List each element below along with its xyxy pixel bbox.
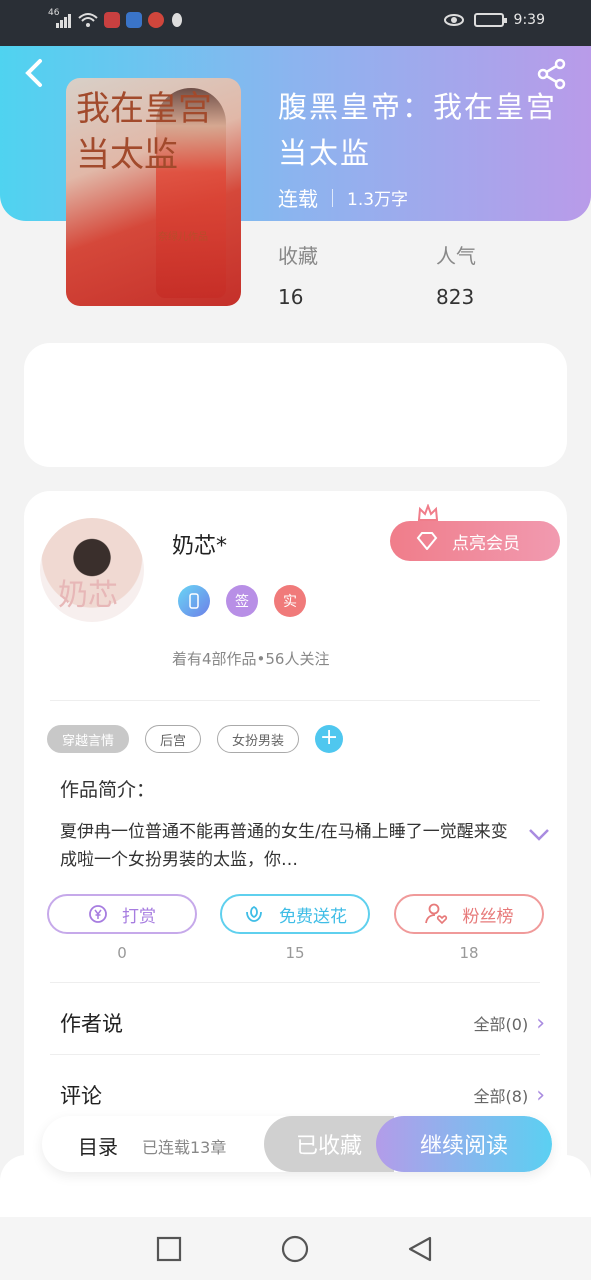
chevron-down-icon[interactable] [528,828,550,842]
signed-badge: 签 [226,585,258,617]
author-says-row[interactable]: 作者说 全部(0) › [60,1003,545,1043]
penguin-icon [172,13,182,27]
crown-icon [417,504,439,521]
flower-count: 15 [285,944,305,962]
tip-count: 0 [117,944,127,962]
add-tag-button[interactable]: + [315,725,344,753]
meta-divider [332,188,333,207]
tag-item[interactable]: 穿越言情 [47,725,130,753]
avatar-text: 奶芯 [58,578,118,613]
serial-chapters: 已连载13章 [142,1138,227,1157]
system-nav-bar [0,1217,591,1280]
popularity-count: 823 [436,285,475,309]
app-notification-icon [126,12,142,28]
author-avatar[interactable]: 奶芯 [40,518,144,622]
back-nav-icon[interactable] [406,1235,434,1263]
recent-apps-icon[interactable] [155,1235,183,1263]
author-says-label: 作者说 [60,1012,123,1036]
fan-ranking-label: 粉丝榜 [462,906,514,927]
comments-row[interactable]: 评论 全部(8) › [60,1075,545,1115]
book-title: 腹黑皇帝：我在皇宫当太监 [278,90,558,170]
tag-item[interactable]: 后宫 [145,725,202,753]
divider [50,700,540,701]
battery-icon [473,13,507,27]
favorites-stat: 收藏 16 [278,240,318,309]
tag-list: 穿越言情 后宫 女扮男装 + [47,725,344,753]
tip-button[interactable]: 打赏 [47,894,197,934]
verified-badge: 实 [274,585,306,617]
table-of-contents-button[interactable]: 目录 [78,1131,118,1160]
vip-label: 点亮会员 [452,533,520,554]
continue-reading-button[interactable]: 继续阅读 [376,1116,552,1172]
eye-icon [443,14,464,26]
serial-status: 连载 [278,187,318,211]
popularity-stat: 人气 823 [436,240,476,309]
author-says-all: 全部(0) [473,1015,529,1034]
back-icon[interactable] [22,58,52,88]
intro-heading: 作品简介： [60,779,156,801]
home-icon[interactable] [281,1235,309,1263]
flower-label: 免费送花 [279,906,347,927]
popularity-label: 人气 [436,244,476,268]
status-bar: 46 9:39 [0,0,591,46]
empty-card [24,343,567,467]
divider [50,982,540,983]
vip-button[interactable]: 点亮会员 [390,521,560,561]
cover-title: 我在皇宫当太监 [76,89,212,175]
word-count: 1.3万字 [347,190,409,210]
chevron-right-icon: › [536,1010,545,1036]
cover-subtitle: 奈绿儿作品 [158,232,208,243]
person-heart-icon [424,903,447,925]
favorites-label: 收藏 [278,244,318,268]
reader-bar: 目录 已连载13章 已收藏 继续阅读 [42,1116,552,1172]
fan-ranking-button[interactable]: 粉丝榜 [394,894,544,934]
mic-notification-icon [104,12,120,28]
author-stats: 着有4部作品•56人关注 [172,650,330,668]
book-meta: 连载 1.3万字 [278,183,408,212]
coin-icon [89,905,107,923]
signal-icon: 46 [48,8,72,28]
flower-icon [246,905,262,922]
diamond-icon [416,532,438,550]
phone-badge-icon [178,585,210,617]
wifi-icon [78,13,98,27]
favorited-button[interactable]: 已收藏 [264,1116,394,1172]
author-badges: 签 实 [178,585,306,617]
app-notification-icon-2 [148,12,164,28]
intro-text: 夏伊冉一位普通不能再普通的女生/在马桶上睡了一觉醒来变成啦一个女扮男装的太监，你… [60,822,508,870]
book-cover[interactable]: 我在皇宫当太监 奈绿儿作品 [66,78,241,306]
divider [50,1054,540,1055]
chevron-right-icon: › [536,1082,545,1108]
tip-label: 打赏 [122,906,156,927]
fan-ranking-count: 18 [459,944,479,962]
tag-item[interactable]: 女扮男装 [217,725,300,753]
clock: 9:39 [513,12,545,28]
favorites-count: 16 [278,285,304,309]
comments-label: 评论 [60,1084,102,1108]
send-flower-button[interactable]: 免费送花 [220,894,370,934]
comments-all: 全部(8) [473,1087,529,1106]
author-name[interactable]: 奶芯* [172,528,227,560]
